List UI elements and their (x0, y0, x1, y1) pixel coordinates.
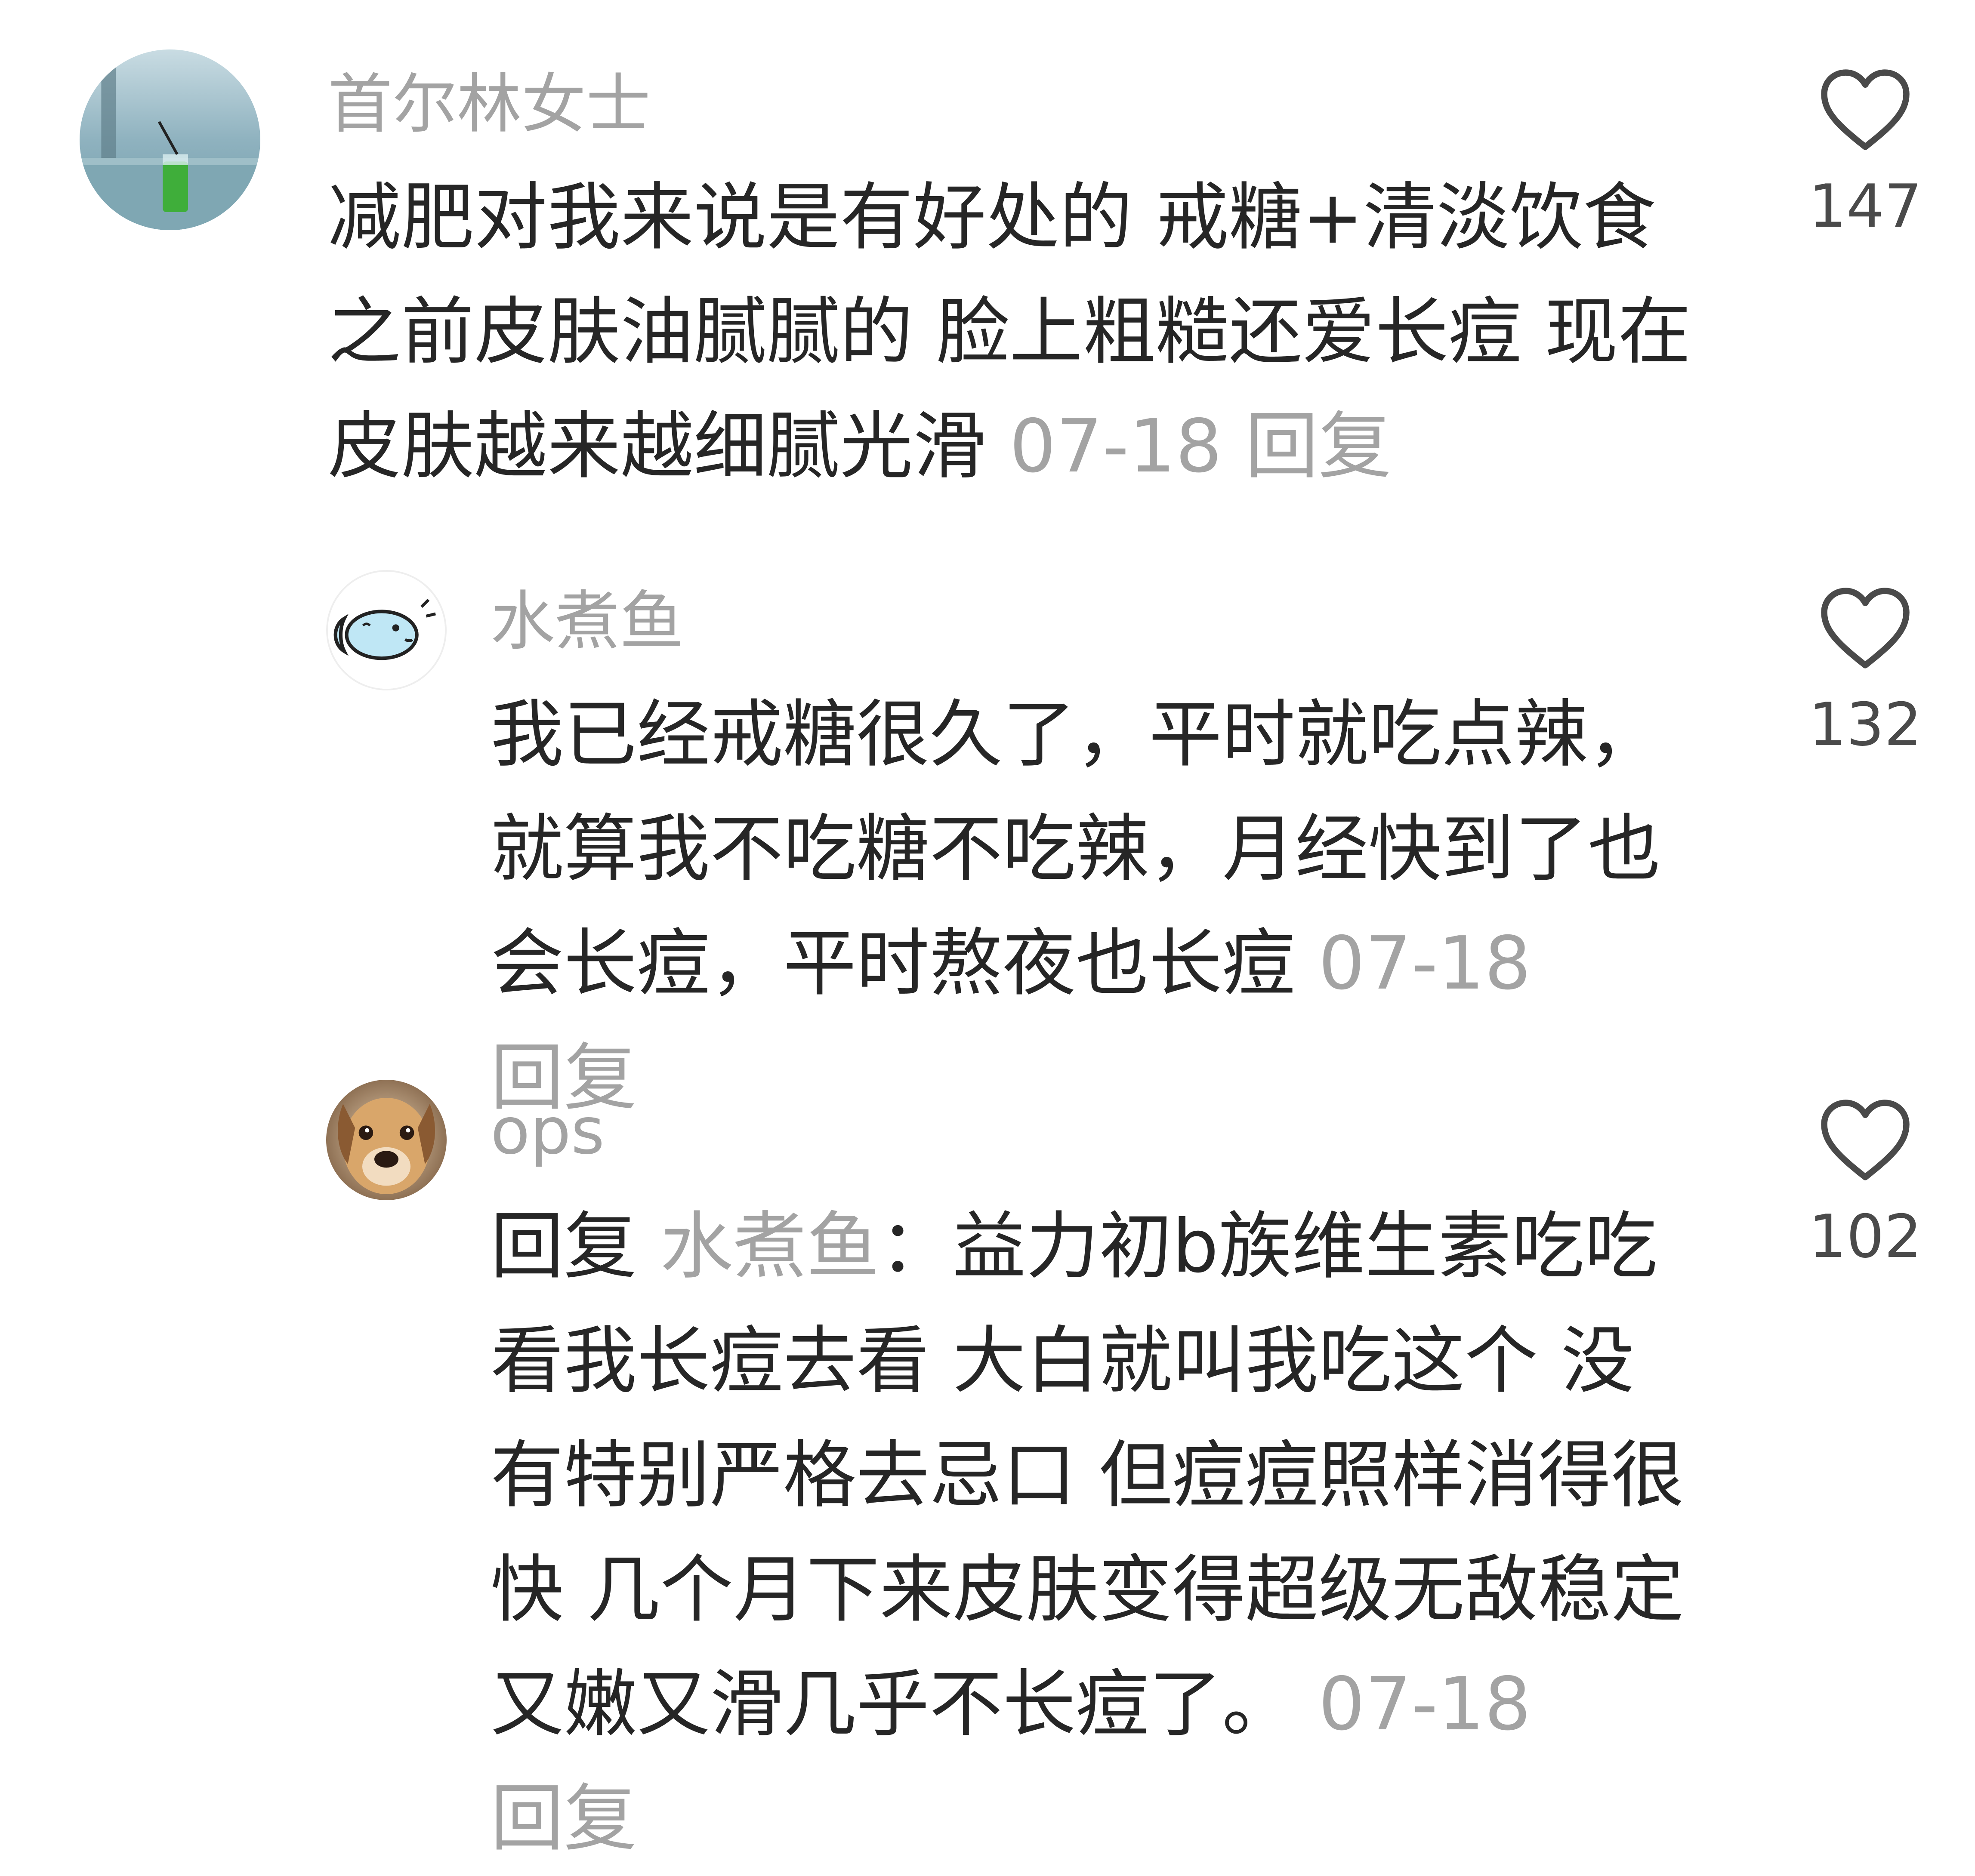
reply-prefix: 回复 (491, 1204, 637, 1289)
like-area: 132 (1788, 585, 1943, 755)
like-area: 147 (1788, 67, 1943, 236)
reply-button[interactable]: 回复 (491, 1776, 637, 1861)
username[interactable]: 首尔林女士 (328, 72, 651, 137)
sea-view-drink-avatar-icon (80, 49, 260, 230)
like-area: 102 (1788, 1097, 1943, 1266)
reply-separator: ： (879, 1204, 953, 1289)
reply-target-username[interactable]: 水煮鱼 (660, 1204, 879, 1289)
username[interactable]: ops (491, 1099, 605, 1164)
comment-text-block[interactable]: 我已经戒糖很久了，平时就吃点辣，就算我不吃糖不吃辣，月经快到了也会长痘，平时熬夜… (491, 678, 1695, 1135)
like-count: 102 (1808, 1202, 1922, 1271)
avatar[interactable] (326, 570, 447, 690)
comment-date: 07-18 (1318, 1662, 1531, 1747)
heart-icon[interactable] (1818, 1097, 1913, 1183)
avatar[interactable] (326, 1080, 447, 1200)
cartoon-fish-avatar-icon (328, 572, 445, 689)
comment-date: 07-18 (1009, 404, 1222, 489)
comment-date: 07-18 (1318, 921, 1531, 1006)
heart-icon[interactable] (1818, 585, 1913, 671)
dog-face-avatar-icon (326, 1080, 447, 1200)
comment-text-block[interactable]: 回复 水煮鱼：益力初b族维生素吃吃看我长痘去看 大白就叫我吃这个 没有特别严格去… (491, 1189, 1695, 1876)
username[interactable]: 水煮鱼 (491, 589, 684, 654)
reply-button[interactable]: 回复 (1245, 404, 1392, 489)
avatar[interactable] (80, 49, 260, 230)
heart-icon[interactable] (1818, 67, 1913, 153)
comment-text-block[interactable]: 减肥对我来说是有好处的 戒糖+清淡饮食 之前皮肤油腻腻的 脸上粗糙还爱长痘 现在… (328, 160, 1705, 504)
like-count: 147 (1808, 172, 1922, 241)
like-count: 132 (1808, 690, 1922, 759)
